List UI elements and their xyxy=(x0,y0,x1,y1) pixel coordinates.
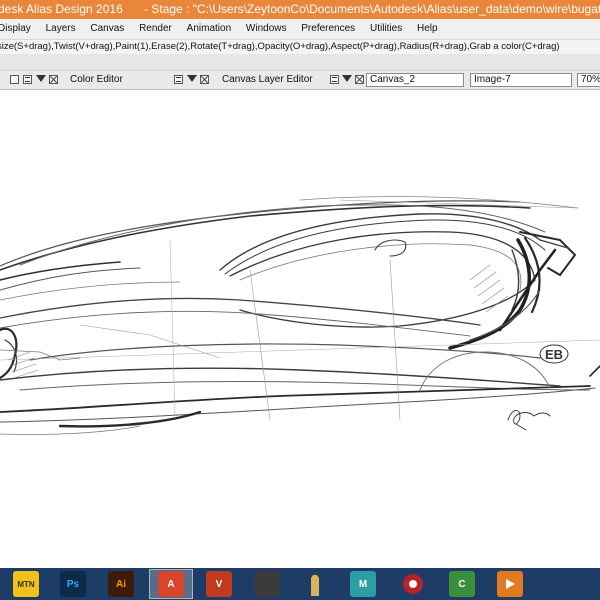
menu-layers[interactable]: Layers xyxy=(46,19,76,39)
maya-icon[interactable]: M xyxy=(350,571,376,597)
tool-hint-bar: size(S+drag),Twist(V+drag),Paint(1),Eras… xyxy=(0,39,600,55)
canvas-name-field[interactable]: Canvas_2 xyxy=(366,73,464,87)
close-icon[interactable] xyxy=(49,75,58,84)
menu-render[interactable]: Render xyxy=(139,19,172,39)
stage-title: - Stage : "C:\Users\ZeytoonCo\Documents\… xyxy=(144,2,600,16)
photoshop-icon[interactable]: Ps xyxy=(60,571,86,597)
illustrator-icon[interactable]: Ai xyxy=(108,571,134,597)
tool-hint-text: size(S+drag),Twist(V+drag),Paint(1),Eras… xyxy=(0,41,560,52)
bugatti-logo: EB xyxy=(539,344,569,364)
title-bar: desk Alias Design 2016 - Stage : "C:\Use… xyxy=(0,0,600,19)
list-icon[interactable] xyxy=(330,75,339,84)
app-title: desk Alias Design 2016 xyxy=(0,2,123,16)
logo-text: EB xyxy=(545,347,563,362)
image-name-field[interactable]: Image-7 xyxy=(470,73,572,87)
menu-utilities[interactable]: Utilities xyxy=(370,19,402,39)
color-editor-label[interactable]: Color Editor xyxy=(70,71,123,89)
taskbar: MTN Ps Ai A V M C xyxy=(0,568,600,600)
close-icon[interactable] xyxy=(200,75,209,84)
list-icon[interactable] xyxy=(23,75,32,84)
menu-canvas[interactable]: Canvas xyxy=(90,19,124,39)
chevron-down-icon[interactable] xyxy=(36,75,46,82)
pin-icon[interactable] xyxy=(10,75,19,84)
car-sketch: EB xyxy=(0,196,600,435)
chevron-down-icon[interactable] xyxy=(342,75,352,82)
list-icon[interactable] xyxy=(174,75,183,84)
menu-help[interactable]: Help xyxy=(417,19,438,39)
keyshot-icon[interactable] xyxy=(400,571,426,597)
menu-windows[interactable]: Windows xyxy=(246,19,287,39)
close-icon[interactable] xyxy=(355,75,364,84)
panel-header-bar: Color Editor Canvas Layer Editor Canvas_… xyxy=(0,71,600,90)
chevron-down-icon[interactable] xyxy=(187,75,197,82)
menu-animation[interactable]: Animation xyxy=(187,19,231,39)
media-player-icon[interactable] xyxy=(497,571,523,597)
canvas-layer-editor-label[interactable]: Canvas Layer Editor xyxy=(222,71,313,89)
menu-bar: Display Layers Canvas Render Animation W… xyxy=(0,19,600,39)
pencil-app-icon[interactable] xyxy=(302,571,328,597)
zoom-field[interactable]: 70% xyxy=(577,73,600,87)
sketch-canvas[interactable]: EB xyxy=(0,90,600,568)
toolbar-shelf xyxy=(0,54,600,71)
menu-display[interactable]: Display xyxy=(0,19,31,39)
autodesk-alias-icon[interactable]: A xyxy=(158,571,184,597)
camtasia-icon[interactable]: C xyxy=(449,571,475,597)
mtn-app-icon[interactable]: MTN xyxy=(13,571,39,597)
menu-preferences[interactable]: Preferences xyxy=(301,19,355,39)
face-app-icon[interactable] xyxy=(254,571,280,597)
vectorworks-icon[interactable]: V xyxy=(206,571,232,597)
